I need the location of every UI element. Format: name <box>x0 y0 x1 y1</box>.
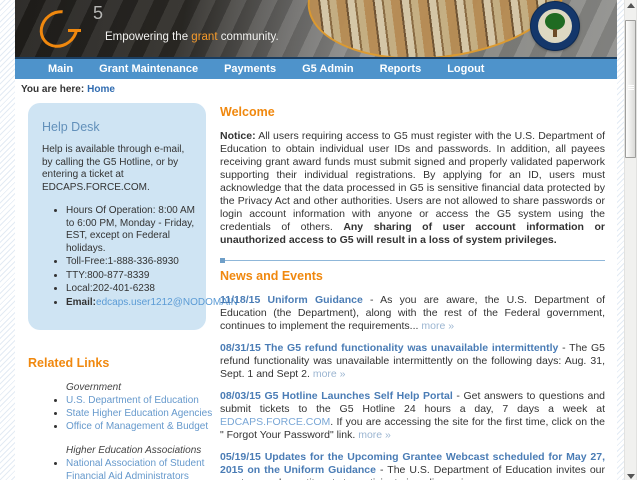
related-links-group-higher-ed: Higher Education Associations National A… <box>28 445 215 480</box>
news-item-separator: - <box>379 464 384 476</box>
news-item-title: G5 Hotline Launches Self Help Portal <box>264 390 453 402</box>
list-item: U.S. Department of Education <box>66 394 215 407</box>
help-desk-tty: TTY:800-877-8339 <box>66 270 196 283</box>
related-links-title: Related Links <box>28 356 110 370</box>
nav-item-payments[interactable]: Payments <box>211 63 289 75</box>
related-links-group-government: Government U.S. Department of Education … <box>28 382 215 433</box>
g5-logo: 5 <box>32 2 119 56</box>
help-desk-panel: Help Desk Help is available through e-ma… <box>28 103 238 330</box>
email-label: Email: <box>66 296 97 308</box>
tagline: Empowering the grant community. <box>105 31 279 43</box>
help-desk-email: Email:edcaps.user1212@NODOMAIN <box>66 296 238 310</box>
header-banner: 5 Empowering the grant community. <box>15 0 617 57</box>
g5-homepage: { "header": { "logo_g": "G", "logo_5": "… <box>0 0 640 480</box>
g5-logo-five: 5 <box>93 3 104 23</box>
news-item: 08/03/15 G5 Hotline Launches Self Help P… <box>220 390 605 442</box>
related-links-panel: Related Links Government U.S. Department… <box>15 356 215 480</box>
link-state-higher-education-agencies[interactable]: State Higher Education Agencies <box>66 408 212 419</box>
scrollbar-thumb[interactable] <box>625 20 636 158</box>
news-item-date: 08/31/15 <box>220 342 261 354</box>
news-item-separator: - <box>370 294 374 306</box>
help-desk-hours: Hours Of Operation: 8:00 AM to 6:00 PM, … <box>66 205 196 255</box>
news-item-more-link[interactable]: more » <box>313 368 346 380</box>
section-divider <box>220 258 605 263</box>
news-item-separator: - <box>456 390 460 402</box>
news-item-title: Uniform Guidance <box>267 294 363 306</box>
nav-item-logout[interactable]: Logout <box>434 63 497 75</box>
news-item: 08/31/15 The G5 refund functionality was… <box>220 342 605 381</box>
page-title: Welcome <box>220 105 275 119</box>
group-heading: Higher Education Associations <box>66 445 202 456</box>
link-us-department-of-education[interactable]: U.S. Department of Education <box>66 395 199 406</box>
news-item-separator: - <box>562 342 566 354</box>
vertical-scrollbar[interactable] <box>624 0 637 480</box>
edcaps-force-link[interactable]: EDCAPS.FORCE.COM <box>220 416 330 428</box>
news-item-more-link[interactable]: more » <box>421 320 454 332</box>
education-seal-icon <box>531 2 579 50</box>
help-desk-list: Hours Of Operation: 8:00 AM to 6:00 PM, … <box>66 205 238 310</box>
scrollbar-down-arrow-icon[interactable] <box>625 468 636 480</box>
nav-item-reports[interactable]: Reports <box>367 63 435 75</box>
news-item-date: 08/03/15 <box>220 390 261 402</box>
scrollbar-grip-icon <box>628 85 634 91</box>
nav-item-main[interactable]: Main <box>35 63 86 75</box>
list-item: National Association of Student Financia… <box>66 457 215 480</box>
help-desk-intro: Help is available through e-mail, by cal… <box>42 144 185 193</box>
help-desk-local: Local:202-401-6238 <box>66 283 196 296</box>
breadcrumb: You are here: Home <box>15 79 617 98</box>
group-heading: Government <box>66 382 122 393</box>
main-content: Welcome Notice: All users requiring acce… <box>215 98 617 480</box>
news-item-title: The G5 refund functionality was unavaila… <box>264 342 559 354</box>
link-office-of-management-budget[interactable]: Office of Management & Budget <box>66 421 208 432</box>
nav-item-g5-admin[interactable]: G5 Admin <box>289 63 367 75</box>
page-container: 5 Empowering the grant community. Main G… <box>15 0 617 480</box>
list-item: Office of Management & Budget <box>66 420 215 433</box>
main-navigation: Main Grant Maintenance Payments G5 Admin… <box>15 57 617 79</box>
news-item-more-link[interactable]: more » <box>358 429 391 441</box>
help-desk-title: Help Desk <box>42 120 100 134</box>
notice-label: Notice: <box>220 130 256 142</box>
news-item-date: 05/19/15 <box>220 451 261 463</box>
news-item: 05/19/15 Updates for the Upcoming Grante… <box>220 451 605 480</box>
news-item-date: 11/18/15 <box>220 294 261 306</box>
tagline-grant-highlight: grant <box>191 31 218 43</box>
link-nasfaa[interactable]: National Association of Student Financia… <box>66 458 204 480</box>
list-item: State Higher Education Agencies <box>66 407 215 420</box>
help-desk-tollfree: Toll-Free:1-888-336-8930 <box>66 256 196 269</box>
breadcrumb-label: You are here: <box>21 84 85 95</box>
breadcrumb-home-link[interactable]: Home <box>87 84 115 95</box>
notice-paragraph: Notice: All users requiring access to G5… <box>220 130 606 246</box>
news-item: 11/18/15 Uniform Guidance - As you are a… <box>220 294 605 333</box>
sidebar: Help Desk Help is available through e-ma… <box>15 98 238 480</box>
content-area: Help Desk Help is available through e-ma… <box>15 98 617 480</box>
news-and-events-title: News and Events <box>220 269 323 283</box>
scrollbar-up-arrow-icon[interactable] <box>625 0 636 12</box>
nav-item-grant-maintenance[interactable]: Grant Maintenance <box>86 63 211 75</box>
